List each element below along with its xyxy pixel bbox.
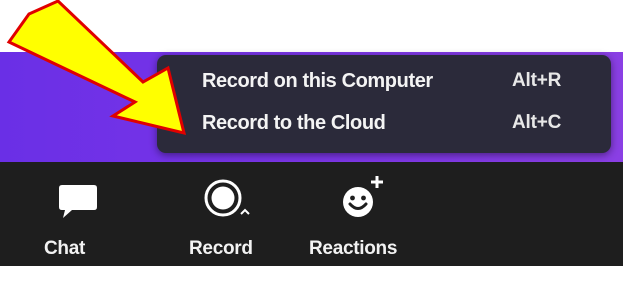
chat-label: Chat [44, 238, 86, 259]
meeting-controls-toolbar: Chat Record Reactions [0, 162, 623, 266]
record-label: Record [189, 238, 253, 259]
emoji-add-icon [343, 176, 383, 217]
reactions-label: Reactions [309, 238, 398, 259]
chat-bubble-icon [59, 185, 97, 218]
record-icon [204, 179, 250, 217]
chat-button[interactable]: Chat [42, 162, 118, 266]
record-options-menu: Record on this Computer Alt+R Record to … [157, 55, 611, 153]
record-to-the-cloud-option[interactable]: Record to the Cloud Alt+C [157, 106, 611, 144]
record-on-this-computer-option[interactable]: Record on this Computer Alt+R [157, 64, 611, 102]
reactions-button[interactable]: Reactions [300, 162, 420, 266]
keyboard-shortcut: Alt+C [512, 112, 562, 133]
record-button[interactable]: Record [178, 162, 274, 266]
menu-item-label: Record to the Cloud [202, 112, 386, 134]
keyboard-shortcut: Alt+R [512, 70, 562, 91]
menu-item-label: Record on this Computer [202, 70, 433, 92]
